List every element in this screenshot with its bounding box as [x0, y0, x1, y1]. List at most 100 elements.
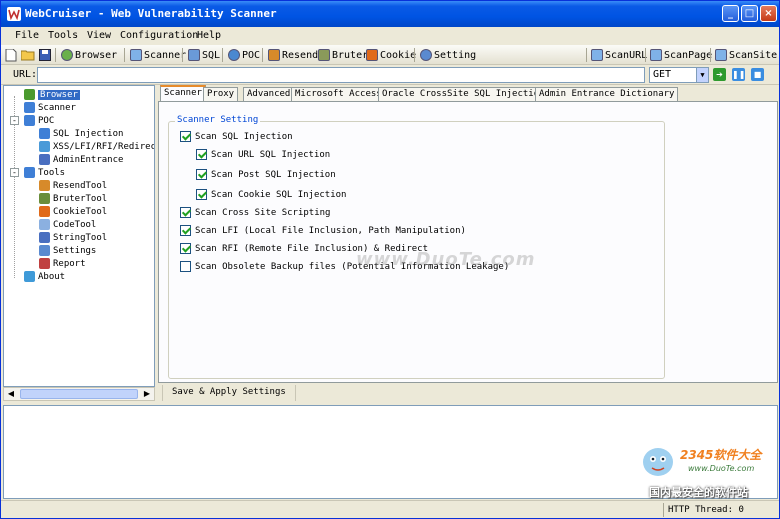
url-bar: URL: GET ▼ ➔ ❚❚ ■: [1, 65, 779, 85]
navigation-tree: Browser Scanner POC - SQL Injection XSS/LFI/R…: [3, 85, 155, 387]
minimize-button[interactable]: _: [722, 5, 739, 22]
toolbar-resend-button[interactable]: Resend: [268, 47, 318, 63]
tree-item-scanner[interactable]: Scanner: [24, 101, 76, 114]
menu-file[interactable]: File: [15, 30, 39, 41]
save-apply-settings-button[interactable]: Save & Apply Settings: [162, 385, 296, 401]
checkbox-checked[interactable]: [196, 149, 207, 160]
toolbar-scanner-button[interactable]: Scanner: [130, 47, 186, 63]
tree-item-sql-injection[interactable]: SQL Injection: [39, 127, 123, 140]
stop-icon[interactable]: ■: [751, 68, 764, 81]
scroll-left-icon[interactable]: ◀: [5, 389, 17, 399]
tab-advanced[interactable]: Advanced: [243, 87, 295, 101]
tab-proxy[interactable]: Proxy: [203, 87, 239, 101]
apply-bar: Save & Apply Settings: [158, 383, 778, 403]
close-button[interactable]: ×: [760, 5, 777, 22]
scanner-icon: [24, 102, 35, 113]
app-logo-icon: [7, 7, 21, 21]
tree-item-report[interactable]: Report: [39, 257, 86, 270]
open-folder-button[interactable]: [21, 47, 35, 63]
tree-item-settings[interactable]: Settings: [39, 244, 96, 257]
database-icon: [188, 49, 200, 61]
option-scan-post-sql-injection[interactable]: Scan Post SQL Injection: [196, 169, 336, 180]
http-thread-status: HTTP Thread: 0: [663, 503, 775, 517]
tab-scanner[interactable]: Scanner: [160, 85, 206, 101]
toolbar-scanurl-button[interactable]: ScanURL: [591, 47, 647, 63]
checkbox-checked[interactable]: [180, 131, 191, 142]
tree-item-adminentrance[interactable]: AdminEntrance: [39, 153, 123, 166]
toolbar-poc-button[interactable]: POC: [228, 47, 260, 63]
toolbar-sql-button[interactable]: SQL: [188, 47, 220, 63]
option-scan-cookie-sql-injection[interactable]: Scan Cookie SQL Injection: [196, 189, 346, 200]
tree-item-about[interactable]: About: [24, 270, 65, 283]
tree-item-label: BruterTool: [53, 193, 108, 204]
maximize-button[interactable]: □: [741, 5, 758, 22]
sql-icon: [39, 128, 50, 139]
tree-item-label: Scanner: [38, 102, 76, 113]
new-file-icon: [5, 48, 17, 61]
settings-tabs: Scanner Proxy Advanced Microsoft Access …: [158, 85, 778, 101]
tree-item-brutertool[interactable]: BruterTool: [39, 192, 107, 205]
checkbox-checked[interactable]: [180, 225, 191, 236]
tree-item-cookietool[interactable]: CookieTool: [39, 205, 107, 218]
tree-item-stringtool[interactable]: StringTool: [39, 231, 107, 244]
pause-icon[interactable]: ❚❚: [732, 68, 745, 81]
scrollbar-thumb[interactable]: [20, 389, 138, 399]
checkbox-checked[interactable]: [196, 169, 207, 180]
tree-collapse-toggle[interactable]: -: [10, 116, 19, 125]
tree-item-browser[interactable]: Browser: [24, 88, 80, 101]
menu-configuration[interactable]: Configuration: [120, 30, 198, 41]
go-icon[interactable]: ➔: [713, 68, 726, 81]
checkbox-checked[interactable]: [180, 207, 191, 218]
tree-item-resendtool[interactable]: ResendTool: [39, 179, 107, 192]
option-scan-url-sql-injection[interactable]: Scan URL SQL Injection: [196, 149, 330, 160]
new-file-button[interactable]: [5, 47, 17, 63]
http-method-select[interactable]: GET ▼: [649, 67, 709, 83]
tree-item-poc[interactable]: POC: [24, 114, 54, 127]
tree-horizontal-scrollbar[interactable]: ◀ ▶: [3, 387, 155, 401]
toolbar-scansite-button[interactable]: ScanSite: [715, 47, 777, 63]
bruter-icon: [318, 49, 330, 61]
chevron-down-icon: ▼: [696, 68, 708, 82]
save-button[interactable]: [39, 47, 51, 63]
url-input[interactable]: [37, 67, 645, 83]
tree-item-xss-lfi-rfi-redirect[interactable]: XSS/LFI/RFI/Redirect: [39, 140, 155, 153]
option-scan-lfi-local-file-inclusion-path-manipulation[interactable]: Scan LFI (Local File Inclusion, Path Man…: [180, 225, 466, 236]
menu-tools[interactable]: Tools: [48, 30, 78, 41]
tree-item-tools[interactable]: Tools: [24, 166, 65, 179]
tree-item-label: XSS/LFI/RFI/Redirect: [53, 141, 155, 152]
tools-icon: [24, 167, 35, 178]
watermark-url: www.DuoTe.com: [688, 464, 755, 473]
code-icon: [39, 219, 50, 230]
http-method-value: GET: [653, 69, 672, 80]
toolbar-scansite-label: ScanSite: [729, 49, 778, 61]
log-output-area[interactable]: 2345软件大全 www.DuoTe.com 国内最安全的软件站: [3, 405, 778, 499]
option-scan-cross-site-scripting[interactable]: Scan Cross Site Scripting: [180, 207, 330, 218]
menu-view[interactable]: View: [87, 30, 111, 41]
menu-help[interactable]: Help: [197, 30, 221, 41]
option-label: Scan URL SQL Injection: [211, 149, 331, 160]
checkbox-checked[interactable]: [196, 189, 207, 200]
checkbox-checked[interactable]: [180, 243, 191, 254]
tab-microsoft-access[interactable]: Microsoft Access: [291, 87, 386, 101]
tab-admin-entrance-dictionary[interactable]: Admin Entrance Dictionary: [535, 87, 679, 101]
title-bar[interactable]: WebCruiser - Web Vulnerability Scanner _…: [1, 1, 779, 27]
tab-oracle-crosssite[interactable]: Oracle CrossSite SQL Injection: [378, 87, 549, 101]
toolbar-cookie-label: Cookie: [380, 49, 417, 61]
toolbar-scanpage-button[interactable]: ScanPage: [650, 47, 712, 63]
tree-item-label: AdminEntrance: [53, 154, 124, 165]
scroll-right-icon[interactable]: ▶: [141, 389, 153, 399]
tree-item-codetool[interactable]: CodeTool: [39, 218, 96, 231]
option-label: Scan SQL Injection: [195, 131, 293, 142]
toolbar-setting-button[interactable]: Setting: [420, 47, 476, 63]
tree-item-label: ResendTool: [53, 180, 108, 191]
globe-icon: [61, 49, 73, 61]
tree-item-label: StringTool: [53, 232, 108, 243]
option-scan-sql-injection[interactable]: Scan SQL Injection: [180, 131, 293, 142]
checkbox-unchecked[interactable]: [180, 261, 191, 272]
toolbar-cookie-button[interactable]: Cookie: [366, 47, 416, 63]
toolbar-bruter-button[interactable]: Bruter: [318, 47, 368, 63]
tree-collapse-toggle[interactable]: -: [10, 168, 19, 177]
toolbar-browser-button[interactable]: Browser: [61, 47, 117, 63]
toolbar-scanner-label: Scanner: [144, 49, 187, 61]
admin-icon: [39, 154, 50, 165]
